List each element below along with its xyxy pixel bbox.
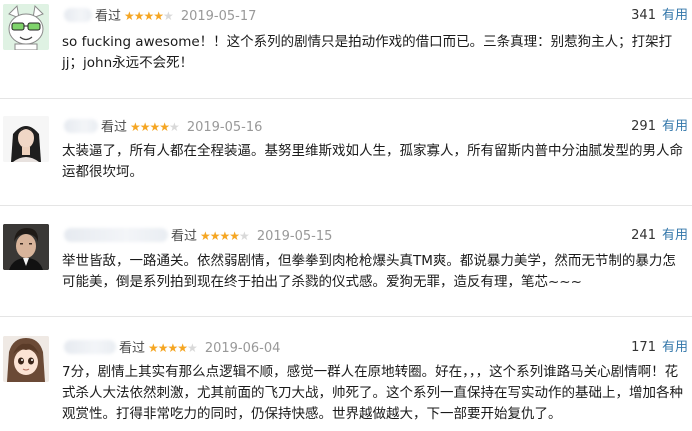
useful-button[interactable]: 有用	[662, 119, 688, 134]
vote-area: 291 有用	[631, 117, 688, 137]
review-meta: 看过 ★★★★★ 2019-05-16	[64, 117, 262, 137]
review-text: 太装逼了，所有人都在全程装逼。基努里维斯戏如人生，孤家寡人，所有留斯内普中分油腻…	[62, 143, 683, 180]
useful-button[interactable]: 有用	[662, 340, 688, 355]
avatar[interactable]	[3, 116, 49, 162]
star-icon: ★★★★	[200, 229, 240, 243]
watched-label: 看过	[101, 120, 128, 135]
vote-count: 341	[631, 8, 656, 23]
vote-count: 171	[631, 340, 656, 355]
star-icon: ★	[163, 9, 174, 23]
vote-count: 291	[631, 119, 656, 134]
review-text: 举世皆敌，一路通关。依然弱剧情，但拳拳到肉枪枪爆头真TM爽。都说暴力美学，然而无…	[62, 253, 676, 290]
star-rating: ★★★★★	[124, 9, 174, 23]
vote-area: 171 有用	[631, 338, 688, 358]
vote-area: 241 有用	[631, 226, 688, 246]
divider	[0, 316, 692, 317]
review-meta: 看过 ★★★★★ 2019-05-15	[64, 226, 332, 246]
review-date: 2019-05-16	[186, 120, 263, 135]
useful-button[interactable]: 有用	[662, 8, 688, 23]
review-meta: 看过 ★★★★★ 2019-05-17	[64, 6, 256, 26]
useful-button[interactable]: 有用	[662, 228, 688, 243]
review-meta: 看过 ★★★★★ 2019-06-04	[64, 338, 280, 358]
star-rating: ★★★★★	[148, 341, 198, 355]
star-rating: ★★★★★	[200, 229, 250, 243]
watched-label: 看过	[171, 229, 198, 244]
star-icon: ★	[169, 120, 180, 134]
review-date: 2019-05-17	[180, 9, 257, 24]
divider	[0, 205, 692, 206]
star-icon: ★	[239, 229, 250, 243]
username[interactable]	[64, 119, 98, 133]
watched-label: 看过	[95, 9, 122, 24]
avatar[interactable]	[3, 336, 49, 382]
review-text: so fucking awesome！！这个系列的剧情只是拍动作戏的借口而已。三…	[62, 34, 673, 71]
star-rating: ★★★★★	[130, 120, 180, 134]
avatar[interactable]	[3, 224, 49, 270]
watched-label: 看过	[119, 341, 146, 356]
username[interactable]	[64, 340, 116, 354]
review-date: 2019-06-04	[204, 341, 281, 356]
star-icon: ★★★★	[130, 120, 170, 134]
divider	[0, 98, 692, 99]
star-icon: ★★★★	[148, 341, 188, 355]
username[interactable]	[64, 228, 168, 242]
username[interactable]	[64, 8, 92, 22]
star-icon: ★★★★	[124, 9, 164, 23]
vote-count: 241	[631, 228, 656, 243]
star-icon: ★	[187, 341, 198, 355]
vote-area: 341 有用	[631, 6, 688, 26]
avatar[interactable]	[3, 4, 49, 50]
review-date: 2019-05-15	[256, 229, 333, 244]
review-text: 7分，剧情上其实有那么点逻辑不顺，感觉一群人在原地转圈。好在，，，这个系列谁路马…	[62, 364, 683, 422]
